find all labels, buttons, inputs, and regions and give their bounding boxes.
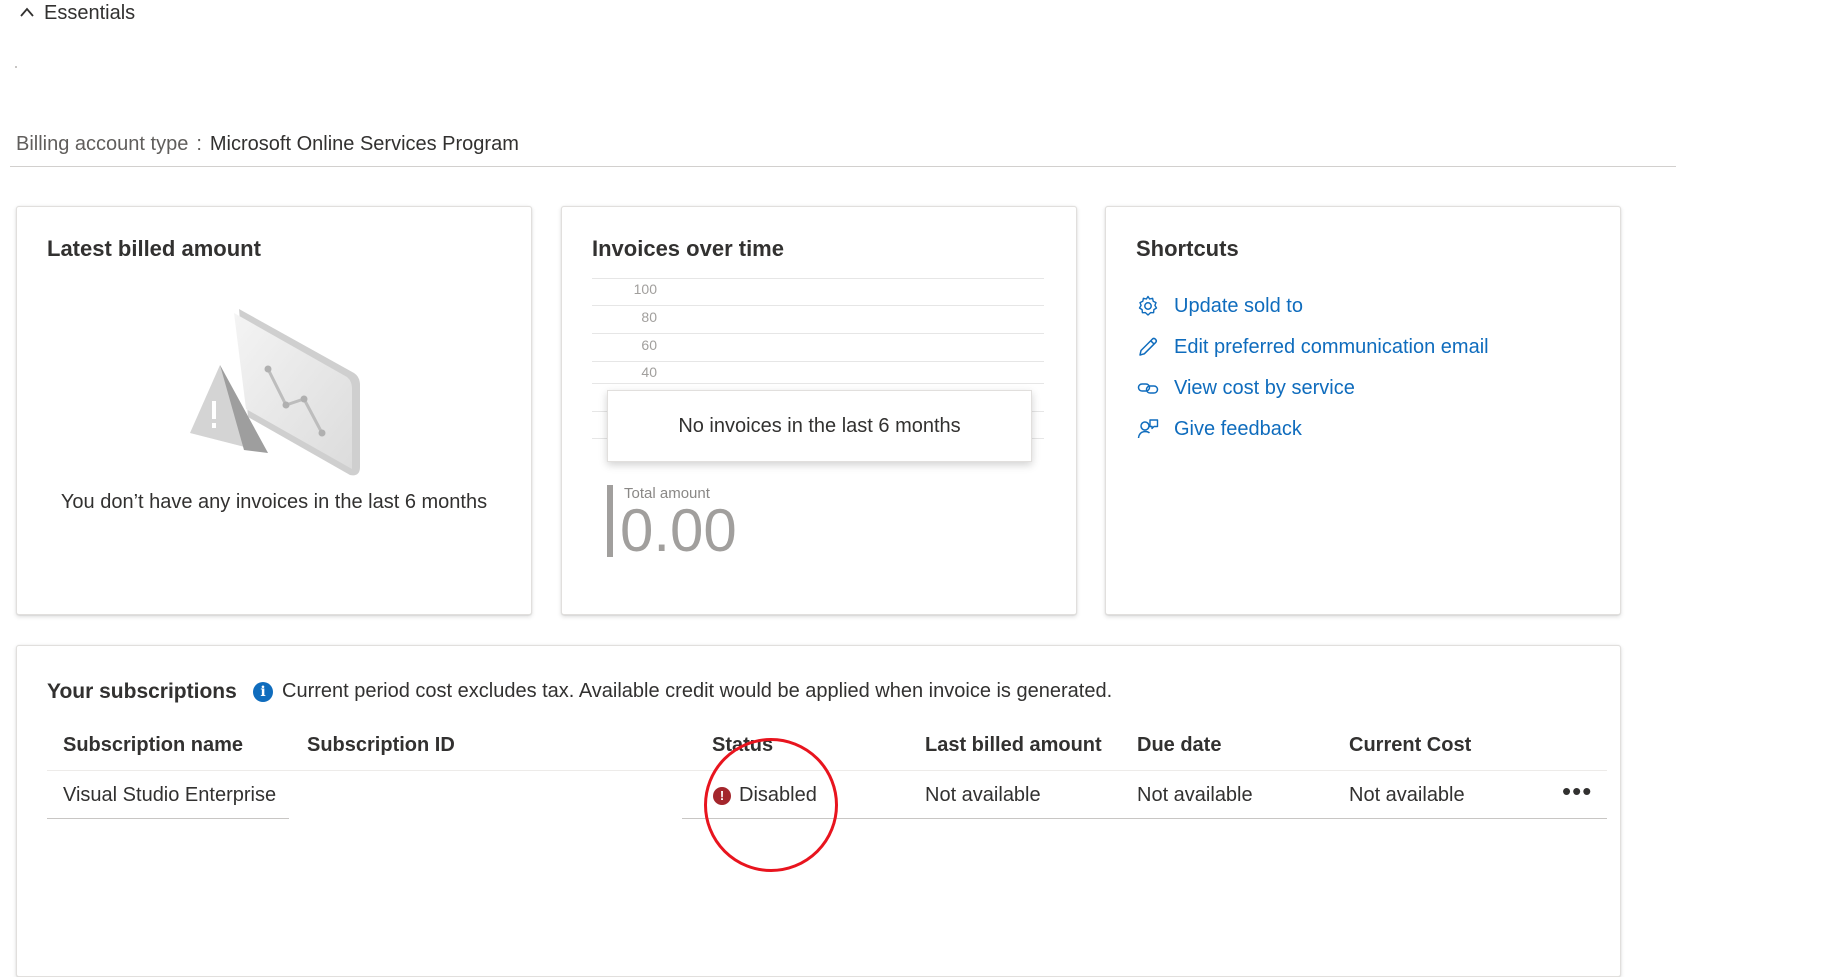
billing-separator: : <box>196 133 202 155</box>
shortcut-update-sold-to[interactable]: Update sold to <box>1136 294 1303 318</box>
divider-dot <box>15 66 17 68</box>
latest-billed-card: Latest billed amount You don’t have any … <box>16 206 532 615</box>
table-row-divider <box>47 818 289 819</box>
billing-account-type-row: Billing account type : Microsoft Online … <box>16 133 519 156</box>
column-header-subscription-id[interactable]: Subscription ID <box>307 734 455 757</box>
status-cell: ! Disabled <box>713 784 817 807</box>
status-text: Disabled <box>739 784 817 806</box>
billing-account-type-label: Billing account type <box>16 133 189 155</box>
shortcut-view-cost-by-service[interactable]: View cost by service <box>1136 376 1355 400</box>
column-header-last-billed-amount[interactable]: Last billed amount <box>925 734 1102 757</box>
chart-gridline <box>592 305 1044 306</box>
latest-billed-title: Latest billed amount <box>47 236 261 261</box>
essentials-toggle[interactable]: Essentials <box>18 0 135 26</box>
subscriptions-info: i Current period cost excludes tax. Avai… <box>253 680 1112 703</box>
chart-tick-label: 60 <box>641 337 657 353</box>
feedback-icon <box>1137 419 1159 439</box>
chart-gridline <box>592 361 1044 362</box>
column-header-status[interactable]: Status <box>712 734 773 757</box>
info-icon: i <box>253 681 273 702</box>
invoices-over-time-title: Invoices over time <box>592 236 784 261</box>
subscriptions-info-text: Current period cost excludes tax. Availa… <box>282 680 1113 702</box>
shortcuts-card: Shortcuts Update sold to Edit preferred … <box>1105 206 1621 615</box>
chart-tick-label: 40 <box>641 364 657 380</box>
total-amount-value: 0.00 <box>620 497 737 564</box>
chart-gridline <box>592 333 1044 334</box>
no-invoices-message: You don’t have any invoices in the last … <box>60 491 488 513</box>
invoices-over-time-card: Invoices over time 100 80 60 40 No invoi… <box>561 206 1077 615</box>
section-divider <box>10 166 1676 167</box>
subscription-name-cell[interactable]: Visual Studio Enterprise <box>63 784 276 807</box>
column-header-current-cost[interactable]: Current Cost <box>1349 734 1471 757</box>
table-header-divider <box>47 770 1607 771</box>
more-options-button[interactable]: ••• <box>1562 776 1592 807</box>
chart-gridline <box>592 383 1044 384</box>
error-icon: ! <box>713 786 731 805</box>
shortcut-label: Edit preferred communication email <box>1174 335 1489 358</box>
pencil-icon <box>1139 337 1158 356</box>
chart-gridline <box>592 278 1044 279</box>
empty-chart-illustration-icon <box>190 309 360 476</box>
no-invoices-tooltip: No invoices in the last 6 months <box>607 390 1032 462</box>
chart-tick-label: 100 <box>633 281 657 297</box>
subscriptions-title: Your subscriptions <box>47 680 237 703</box>
shortcut-edit-email[interactable]: Edit preferred communication email <box>1136 335 1489 359</box>
shortcut-label: Give feedback <box>1174 417 1302 440</box>
shortcut-label: View cost by service <box>1174 376 1355 399</box>
total-amount-bar <box>607 485 613 557</box>
shortcut-label: Update sold to <box>1174 294 1303 317</box>
chevron-up-icon <box>20 7 34 17</box>
link-icon <box>1137 383 1159 394</box>
subscriptions-card: Your subscriptions i Current period cost… <box>16 645 1621 977</box>
chart-tick-label: 80 <box>641 309 657 325</box>
current-cost-cell: Not available <box>1349 784 1465 806</box>
due-date-cell: Not available <box>1137 784 1253 806</box>
billing-account-type-value: Microsoft Online Services Program <box>209 133 519 155</box>
shortcuts-title: Shortcuts <box>1136 236 1239 261</box>
column-header-due-date[interactable]: Due date <box>1137 734 1221 757</box>
last-billed-cell: Not available <box>925 784 1041 806</box>
essentials-label: Essentials <box>44 1 136 24</box>
gear-icon <box>1138 295 1158 316</box>
table-row-divider <box>682 818 1607 819</box>
column-header-subscription-name[interactable]: Subscription name <box>63 734 243 757</box>
shortcut-give-feedback[interactable]: Give feedback <box>1136 417 1302 441</box>
